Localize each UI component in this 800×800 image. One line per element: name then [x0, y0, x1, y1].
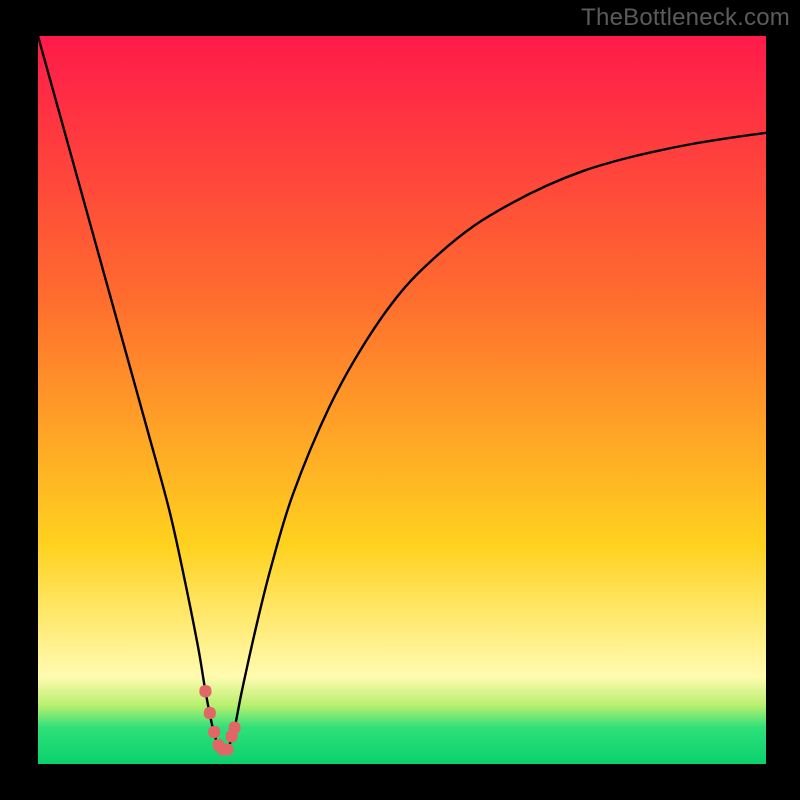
bottleneck-chart [0, 0, 800, 800]
highlight-marker [204, 707, 216, 719]
highlight-marker-end [229, 722, 241, 734]
outer-black-frame: TheBottleneck.com [0, 0, 800, 800]
highlight-marker [208, 726, 220, 738]
watermark-text: TheBottleneck.com [581, 4, 790, 32]
highlight-marker [221, 743, 233, 755]
highlight-marker-end [199, 685, 211, 697]
plot-background [38, 36, 766, 764]
